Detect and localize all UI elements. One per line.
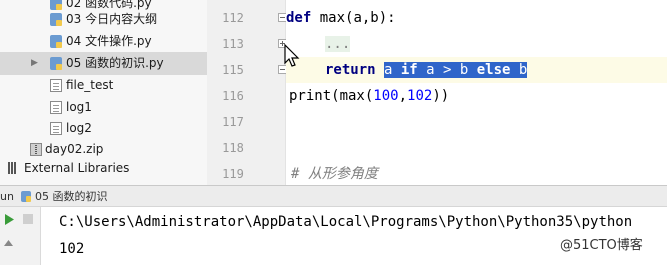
editor-gutter: 112 113 115 116 117 118 119: [207, 0, 287, 185]
tree-item-label: 04 文件操作.py: [66, 34, 152, 48]
code-editor[interactable]: def max(a,b): ... return a if a > b else…: [286, 0, 667, 185]
python-file-icon: [50, 13, 62, 26]
keyword: if: [400, 62, 418, 78]
console-command-line: C:\Users\Administrator\AppData\Local\Pro…: [59, 214, 633, 230]
code-text: a: [384, 62, 401, 78]
comment: # 从形参角度: [291, 166, 378, 182]
tree-item-external-libraries[interactable]: External Libraries: [0, 157, 207, 180]
keyword: else: [476, 62, 511, 78]
line-number: 116: [222, 89, 244, 103]
keyword: def: [286, 10, 312, 26]
text-file-icon: [50, 122, 62, 135]
tree-item-05-selected[interactable]: ▶ 05 函数的初识.py: [0, 52, 207, 75]
code-text: print(max(: [289, 88, 374, 104]
code-text: b: [510, 62, 528, 78]
tree-item-log1[interactable]: log1: [0, 96, 207, 119]
line-number: 118: [222, 141, 244, 155]
scroll-up-icon[interactable]: [2, 237, 15, 250]
tree-item-label: External Libraries: [24, 161, 130, 175]
run-tool-window-header: un 05 函数的初识: [0, 185, 667, 207]
tree-item-04[interactable]: 04 文件操作.py: [0, 30, 207, 53]
run-title: un: [0, 190, 14, 203]
tree-item-label: log2: [66, 121, 92, 135]
text-file-icon: [50, 79, 62, 92]
tree-item-label: 05 函数的初识.py: [66, 56, 164, 70]
code-text: max(a,b):: [311, 10, 396, 26]
code-text: ,: [398, 88, 408, 104]
line-number: 112: [222, 11, 244, 25]
tree-item-03[interactable]: 03 今日内容大纲: [0, 8, 207, 31]
python-file-icon: [50, 57, 62, 70]
python-file-icon: [50, 35, 62, 48]
code-line-113[interactable]: ...: [325, 31, 351, 57]
line-number: 115: [222, 63, 244, 77]
selected-text[interactable]: a if a > b else b: [384, 62, 528, 78]
expand-arrow-icon[interactable]: ▶: [31, 52, 38, 75]
tree-item-log2[interactable]: log2: [0, 117, 207, 140]
code-text: a > b: [417, 62, 477, 78]
python-run-config-icon: [21, 191, 31, 202]
line-number: 113: [222, 37, 244, 51]
stop-icon[interactable]: [22, 213, 34, 225]
code-text: )): [432, 88, 450, 104]
code-line-116[interactable]: print(max(100,102)): [289, 83, 449, 109]
tree-item-label: 03 今日内容大纲: [66, 12, 158, 26]
library-icon: [8, 162, 22, 175]
watermark: @51CTO博客: [560, 238, 643, 253]
run-tab-label[interactable]: 05 函数的初识: [35, 186, 108, 207]
code-line-112[interactable]: def max(a,b):: [286, 5, 396, 31]
zip-file-icon: [30, 143, 42, 156]
code-line-115[interactable]: return a if a > b else b: [325, 57, 528, 83]
keyword: return: [325, 62, 376, 78]
line-number: 117: [222, 115, 244, 129]
tree-item-label: log1: [66, 100, 92, 114]
folded-code-placeholder[interactable]: ...: [325, 36, 351, 52]
run-toolbar: [0, 207, 41, 265]
project-tree: 02 函数代码.py 03 今日内容大纲 04 文件操作.py ▶ 05 函数的…: [0, 0, 207, 185]
number-literal: 102: [407, 88, 433, 104]
number-literal: 100: [373, 88, 399, 104]
line-number: 119: [222, 167, 244, 181]
mouse-pointer-icon: [284, 44, 300, 67]
tree-item-file-test[interactable]: file_test: [0, 74, 207, 97]
tree-item-label: file_test: [66, 78, 114, 92]
rerun-icon[interactable]: [2, 213, 15, 226]
code-line-119[interactable]: # 从形参角度: [291, 161, 378, 187]
console-output-line: 102: [59, 241, 85, 257]
text-file-icon: [50, 101, 62, 114]
